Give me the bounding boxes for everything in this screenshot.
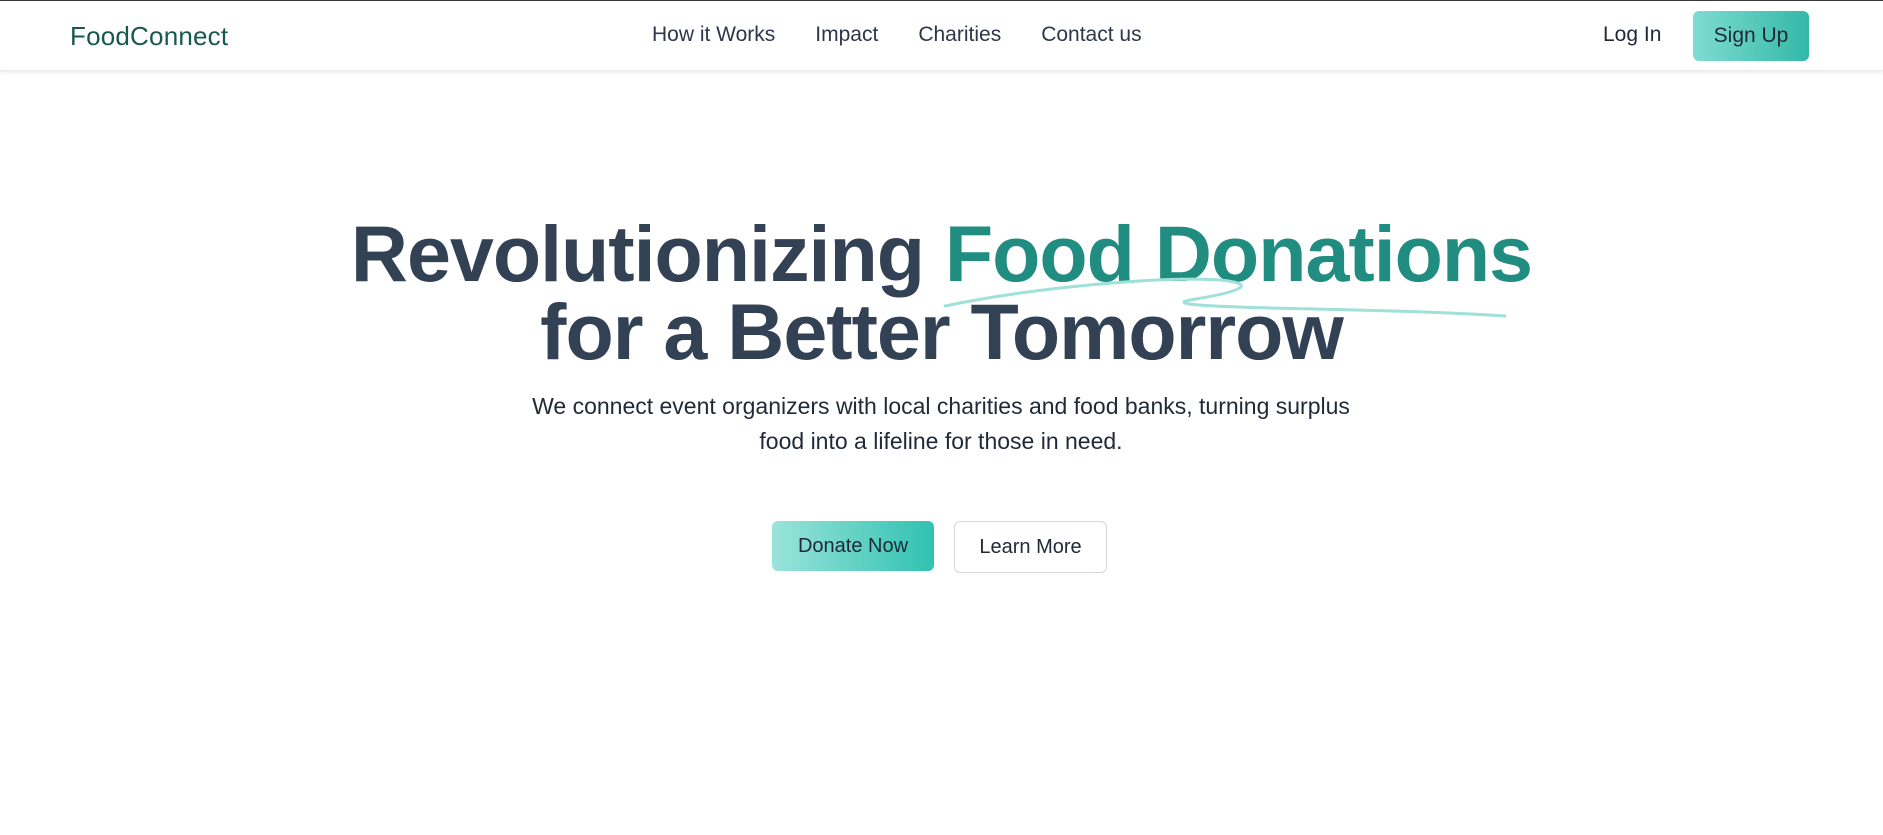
subtitle-line1: We connect event organizers with local c… [532, 393, 1350, 419]
nav-item-contact-us[interactable]: Contact us [1041, 23, 1141, 47]
headline-line2: for a Better Tomorrow [540, 287, 1344, 376]
site-header: FoodConnect How it Works Impact Charitie… [0, 1, 1883, 71]
learn-more-button[interactable]: Learn More [954, 521, 1107, 573]
headline-part1: Revolutionizing [350, 209, 945, 298]
donate-now-button[interactable]: Donate Now [772, 521, 934, 571]
hero-headline: Revolutionizing Food Donations for a Bet… [0, 214, 1883, 371]
subtitle-line2: food into a lifeline for those in need. [759, 428, 1123, 454]
main-nav: How it Works Impact Charities Contact us [652, 23, 1182, 47]
brand-logo[interactable]: FoodConnect [70, 21, 228, 52]
signup-button[interactable]: Sign Up [1693, 11, 1809, 61]
hero-section: Revolutionizing Food Donations for a Bet… [0, 214, 1883, 371]
login-link[interactable]: Log In [1603, 23, 1661, 47]
nav-item-impact[interactable]: Impact [815, 23, 878, 47]
hero-subtitle: We connect event organizers with local c… [441, 389, 1441, 459]
nav-item-charities[interactable]: Charities [918, 23, 1001, 47]
headline-accent: Food Donations [944, 209, 1533, 298]
nav-item-how-it-works[interactable]: How it Works [652, 23, 775, 47]
